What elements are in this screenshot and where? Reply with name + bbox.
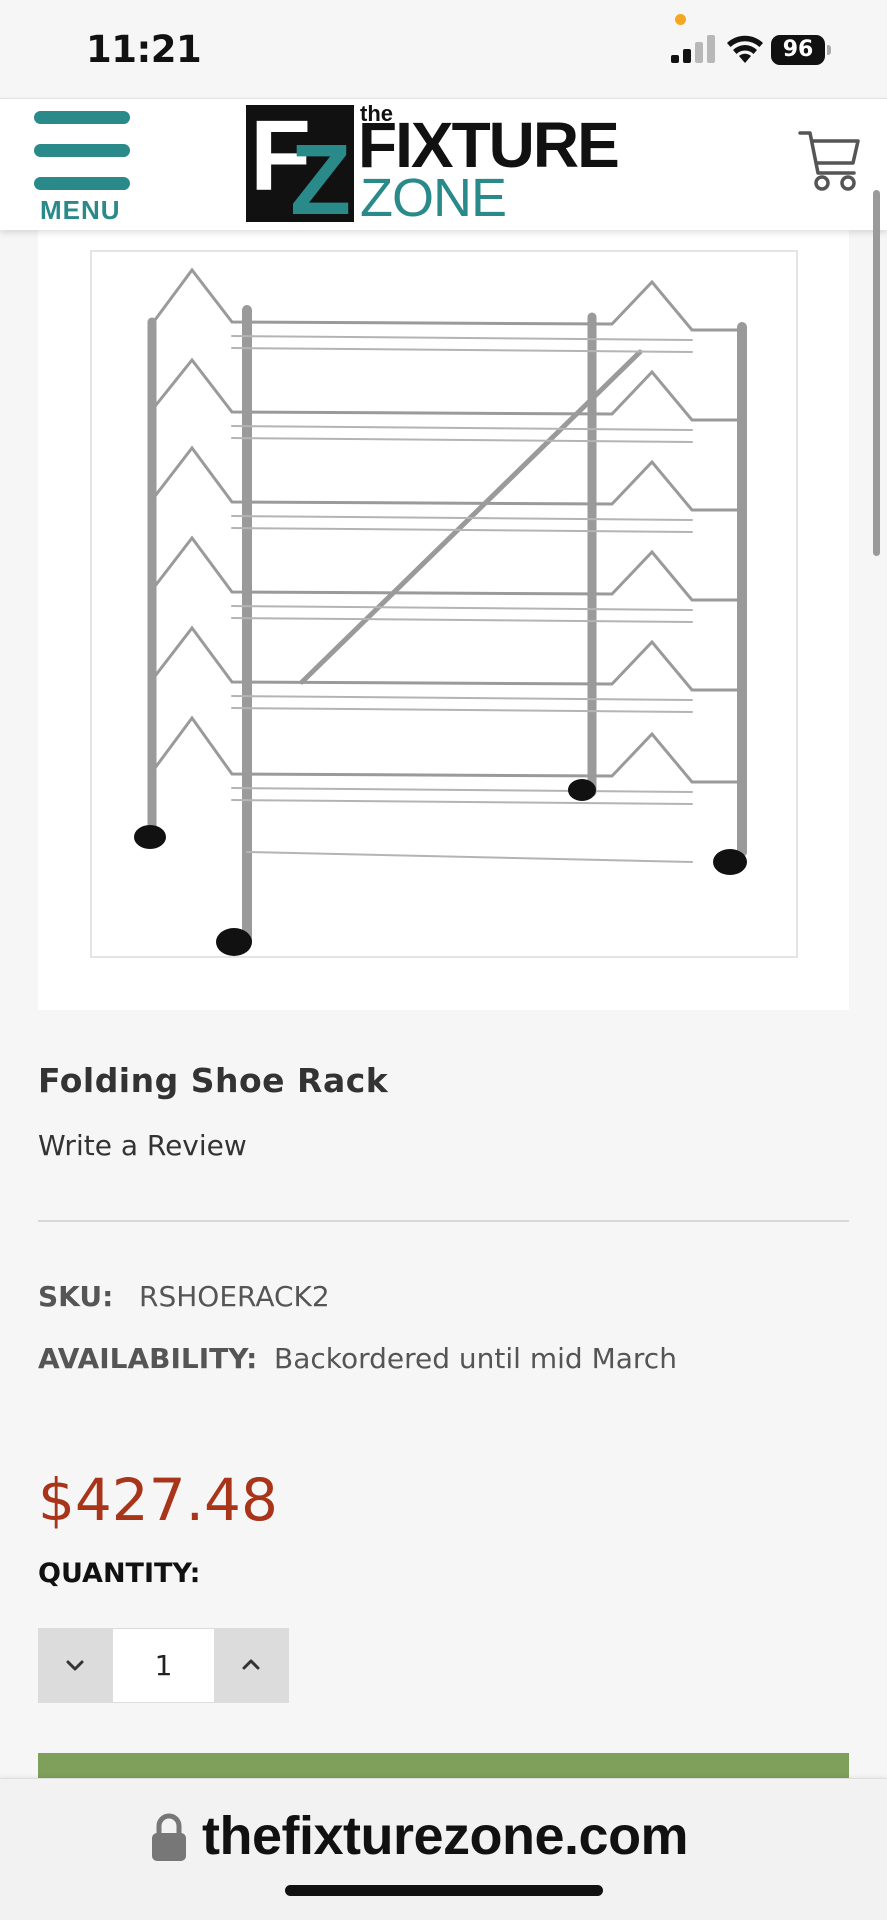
chevron-down-icon xyxy=(66,1660,84,1671)
quantity-increase-button[interactable] xyxy=(214,1628,289,1703)
sku-label: SKU: xyxy=(38,1280,114,1313)
availability-label: AVAILABILITY: xyxy=(38,1342,258,1375)
shoe-rack-image xyxy=(134,267,747,956)
battery-icon: 96 xyxy=(771,35,831,65)
home-indicator[interactable] xyxy=(285,1885,603,1896)
product-price: $427.48 xyxy=(38,1466,278,1534)
product-image-panel xyxy=(38,230,849,1010)
quantity-stepper: 1 xyxy=(38,1628,289,1703)
quantity-label: QUANTITY: xyxy=(38,1558,201,1589)
availability-value: Backordered until mid March xyxy=(274,1342,677,1375)
url-text[interactable]: thefixturezone.com xyxy=(202,1805,689,1867)
product-image[interactable] xyxy=(90,250,798,958)
page-scrollbar[interactable] xyxy=(873,190,880,556)
cart-icon[interactable] xyxy=(798,127,862,193)
wifi-icon xyxy=(727,35,763,63)
quantity-input[interactable]: 1 xyxy=(113,1628,214,1703)
site-header: MENU F Z the FIXTURE ZONE xyxy=(0,98,887,236)
browser-address-bar[interactable]: thefixturezone.com xyxy=(0,1778,887,1920)
logo-mark: F Z xyxy=(246,100,354,236)
write-review-link[interactable]: Write a Review xyxy=(38,1129,247,1162)
product-title: Folding Shoe Rack xyxy=(38,1061,389,1100)
menu-button[interactable]: MENU xyxy=(34,111,134,225)
quantity-decrease-button[interactable] xyxy=(38,1628,113,1703)
cellular-signal-icon xyxy=(671,35,715,63)
chevron-up-icon xyxy=(242,1659,260,1670)
site-logo[interactable]: F Z the FIXTURE ZONE xyxy=(246,100,642,236)
status-bar: 11:21 96 xyxy=(0,0,887,98)
privacy-indicator-dot xyxy=(675,14,686,25)
lock-icon xyxy=(152,1813,186,1861)
battery-level: 96 xyxy=(771,35,825,65)
sku-value: RSHOERACK2 xyxy=(139,1280,330,1313)
menu-label: MENU xyxy=(40,195,121,225)
status-time: 11:21 xyxy=(86,28,202,71)
section-divider xyxy=(38,1220,849,1222)
menu-icon xyxy=(34,111,130,124)
